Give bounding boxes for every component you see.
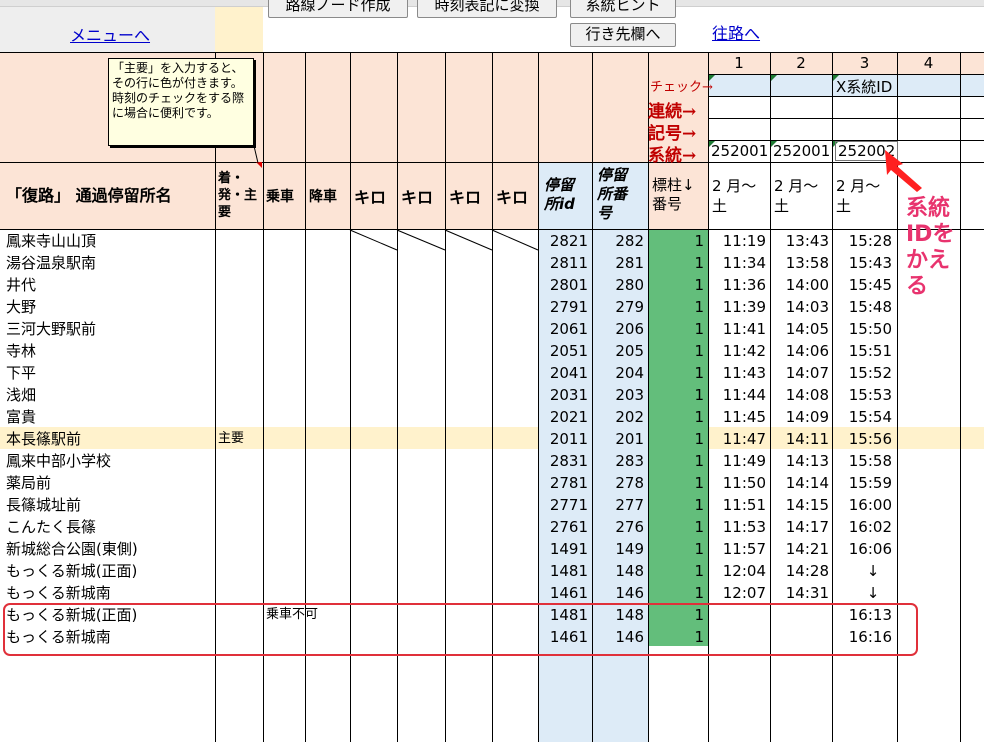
annotation-arrow: [885, 150, 922, 192]
annotation-text: 系統IDをかえる: [906, 196, 955, 299]
